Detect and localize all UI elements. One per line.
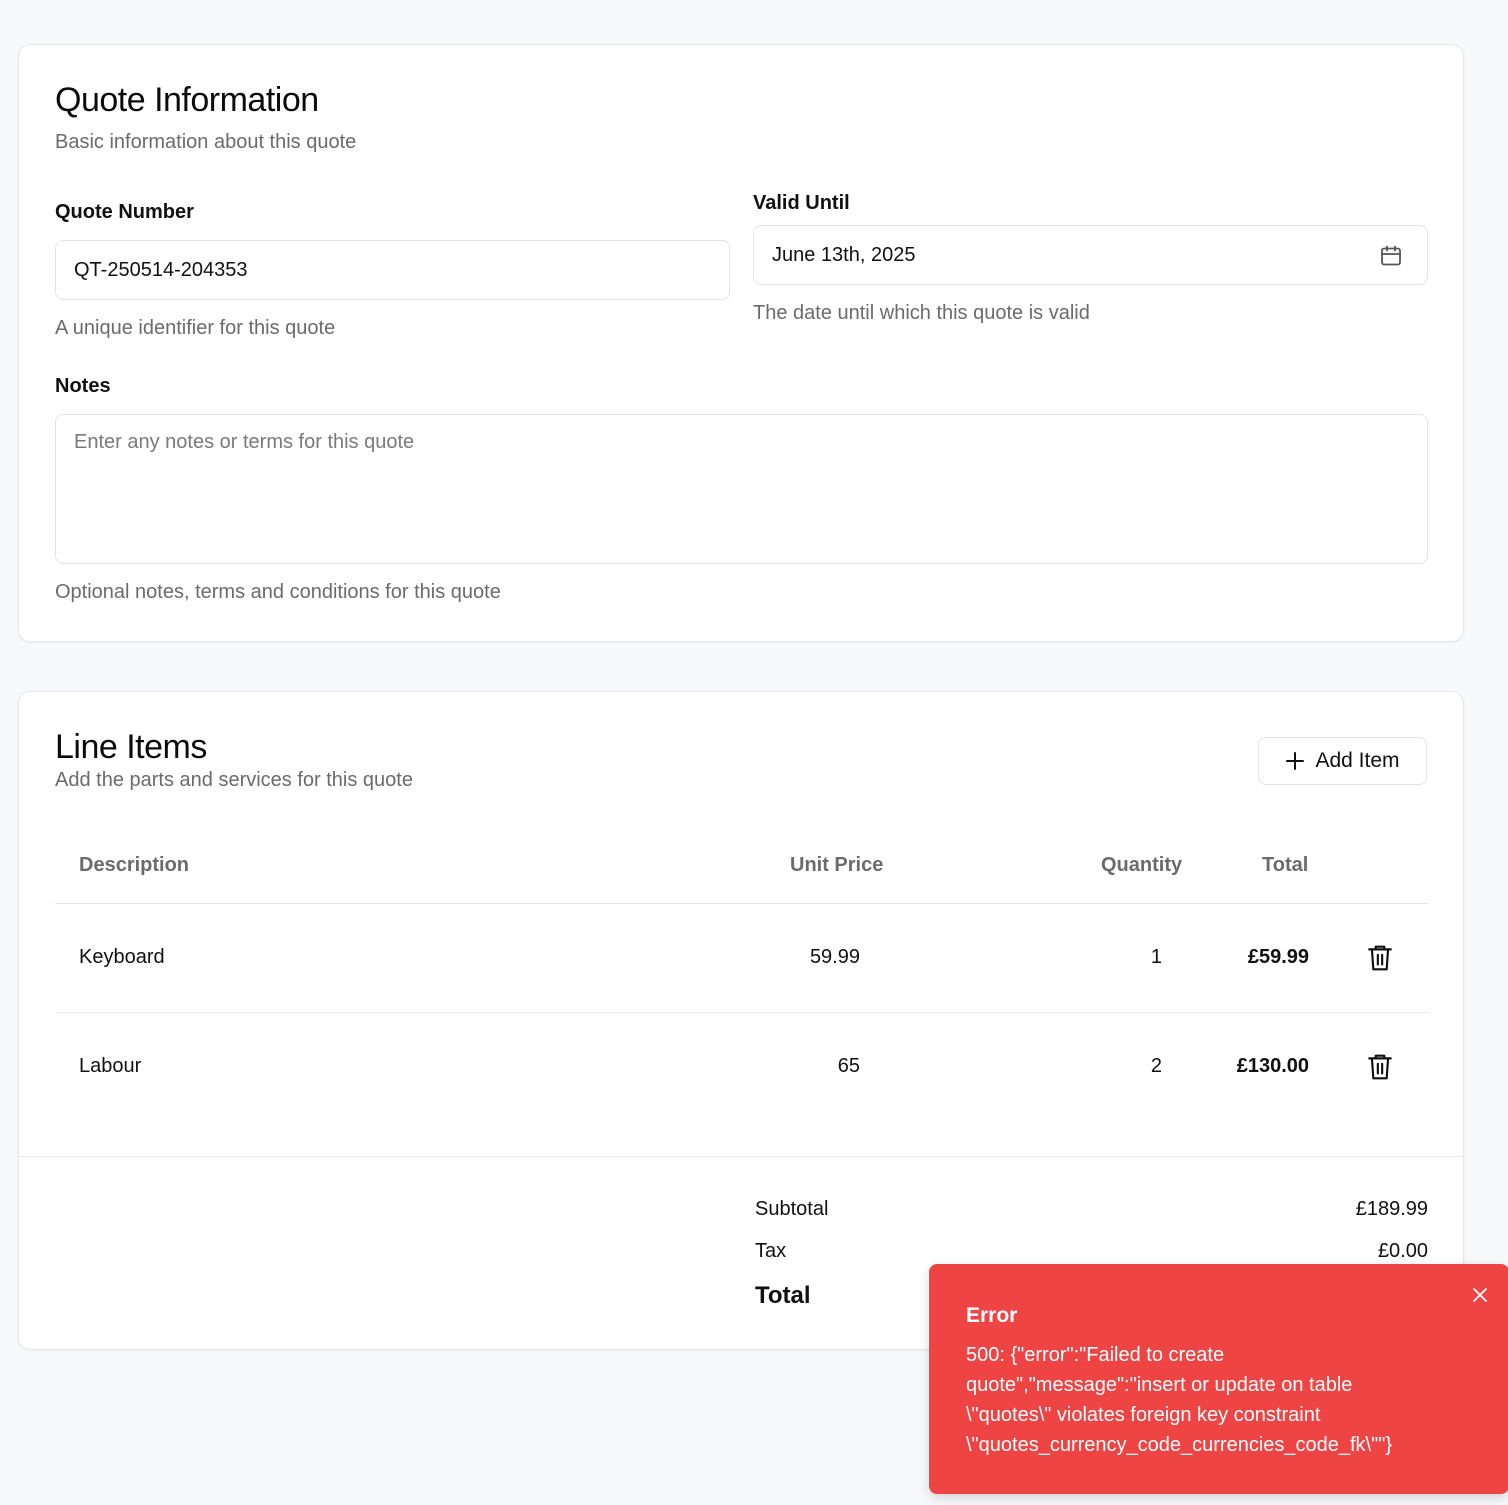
valid-until-date-picker[interactable]: June 13th, 2025 bbox=[753, 225, 1428, 285]
error-toast: Error 500: {"error":"Failed to create qu… bbox=[929, 1264, 1508, 1494]
notes-helper: Optional notes, terms and conditions for… bbox=[55, 581, 501, 603]
quote-information-card: Quote Information Basic information abou… bbox=[18, 44, 1464, 642]
quote-number-label: Quote Number bbox=[55, 201, 194, 223]
line-items-title: Line Items bbox=[55, 728, 207, 766]
row-description: Keyboard bbox=[79, 946, 165, 968]
table-header: Description Unit Price Quantity Total bbox=[55, 832, 1428, 904]
column-header-description: Description bbox=[79, 854, 190, 876]
subtotal-label: Subtotal bbox=[755, 1198, 829, 1220]
add-item-label: Add Item bbox=[1315, 749, 1400, 772]
column-header-quantity: Quantity bbox=[1101, 854, 1183, 876]
line-items-card: Line Items Add the parts and services fo… bbox=[18, 691, 1464, 1350]
notes-textarea[interactable]: Enter any notes or terms for this quote bbox=[55, 414, 1428, 564]
calendar-icon bbox=[1381, 245, 1401, 266]
total-label: Total bbox=[755, 1282, 811, 1309]
valid-until-label: Valid Until bbox=[753, 192, 850, 214]
trash-icon[interactable] bbox=[1367, 1053, 1393, 1081]
row-total: £59.99 bbox=[1247, 946, 1309, 968]
add-item-button[interactable]: Add Item bbox=[1258, 737, 1427, 785]
row-unit-price: 59.99 bbox=[809, 946, 860, 968]
row-total: £130.00 bbox=[1236, 1055, 1309, 1077]
trash-icon[interactable] bbox=[1367, 944, 1393, 972]
line-items-description: Add the parts and services for this quot… bbox=[55, 769, 413, 791]
table-row: Labour 65 2 £130.00 bbox=[55, 1013, 1428, 1122]
row-quantity: 1 bbox=[1150, 946, 1162, 968]
quote-number-input[interactable]: QT-250514-204353 bbox=[55, 240, 730, 300]
valid-until-value: June 13th, 2025 bbox=[772, 243, 916, 266]
quote-number-helper: A unique identifier for this quote bbox=[55, 317, 336, 339]
toast-message: 500: {"error":"Failed to create quote","… bbox=[966, 1344, 1392, 1456]
column-header-total: Total bbox=[1262, 854, 1309, 876]
subtotal-row: Subtotal £189.99 bbox=[755, 1198, 1428, 1221]
quote-information-description: Basic information about this quote bbox=[55, 131, 357, 153]
row-unit-price: 65 bbox=[837, 1055, 860, 1077]
tax-value: £0.00 bbox=[1377, 1240, 1428, 1262]
quote-information-title: Quote Information bbox=[55, 81, 319, 119]
table-row: Keyboard 59.99 1 £59.99 bbox=[55, 904, 1428, 1013]
close-icon[interactable] bbox=[1471, 1286, 1489, 1304]
row-description: Labour bbox=[79, 1055, 142, 1077]
quote-number-value: QT-250514-204353 bbox=[74, 258, 248, 281]
line-items-table: Description Unit Price Quantity Total Ke… bbox=[55, 832, 1428, 1122]
summary-divider bbox=[19, 1156, 1463, 1157]
column-header-unit-price: Unit Price bbox=[790, 854, 884, 876]
tax-row: Tax £0.00 bbox=[755, 1240, 1428, 1263]
plus-icon bbox=[1286, 752, 1305, 770]
subtotal-value: £189.99 bbox=[1355, 1198, 1428, 1220]
toast-title: Error bbox=[966, 1304, 1018, 1327]
notes-label: Notes bbox=[55, 375, 111, 397]
tax-label: Tax bbox=[755, 1240, 787, 1262]
valid-until-helper: The date until which this quote is valid bbox=[753, 302, 1090, 324]
notes-placeholder: Enter any notes or terms for this quote bbox=[74, 431, 415, 453]
row-quantity: 2 bbox=[1150, 1055, 1162, 1077]
